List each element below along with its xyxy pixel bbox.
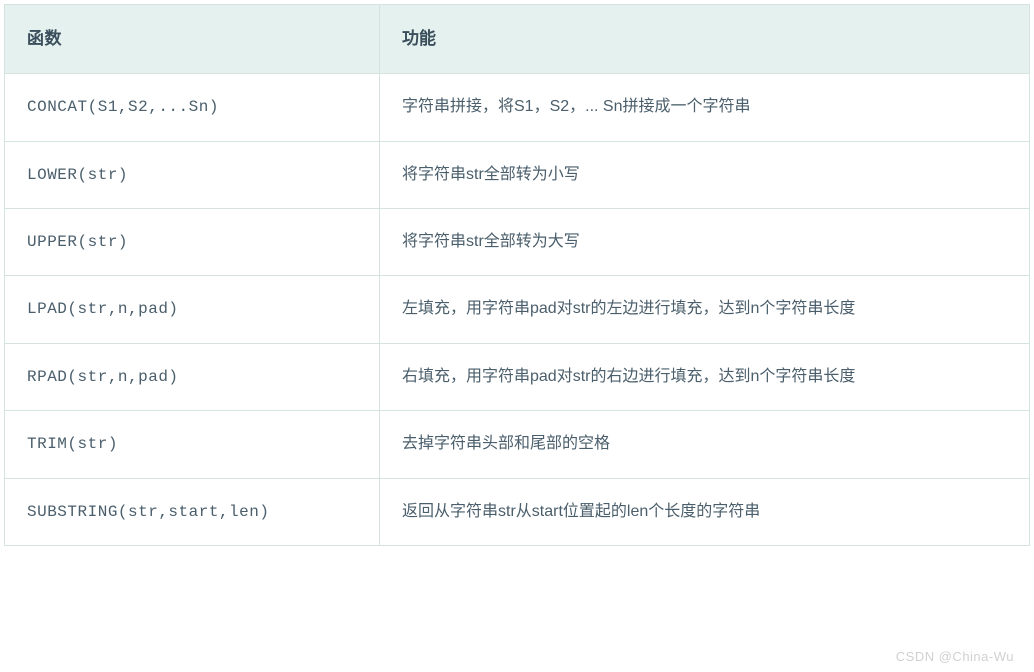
header-function: 函数 (5, 5, 380, 73)
function-description: 字符串拼接，将S1，S2，... Sn拼接成一个字符串 (380, 74, 1029, 140)
function-name: RPAD(str,n,pad) (5, 344, 380, 410)
function-description: 将字符串str全部转为小写 (380, 142, 1029, 208)
function-name: SUBSTRING(str,start,len) (5, 479, 380, 545)
function-description: 左填充，用字符串pad对str的左边进行填充，达到n个字符串长度 (380, 276, 1029, 342)
table-row: UPPER(str) 将字符串str全部转为大写 (5, 209, 1029, 276)
functions-table: 函数 功能 CONCAT(S1,S2,...Sn) 字符串拼接，将S1，S2，.… (4, 4, 1030, 546)
function-name: UPPER(str) (5, 209, 380, 275)
table-row: TRIM(str) 去掉字符串头部和尾部的空格 (5, 411, 1029, 478)
table-header-row: 函数 功能 (5, 5, 1029, 74)
function-description: 右填充，用字符串pad对str的右边进行填充，达到n个字符串长度 (380, 344, 1029, 410)
table-row: SUBSTRING(str,start,len) 返回从字符串str从start… (5, 479, 1029, 545)
function-description: 去掉字符串头部和尾部的空格 (380, 411, 1029, 477)
function-description: 将字符串str全部转为大写 (380, 209, 1029, 275)
table-row: LPAD(str,n,pad) 左填充，用字符串pad对str的左边进行填充，达… (5, 276, 1029, 343)
function-name: CONCAT(S1,S2,...Sn) (5, 74, 380, 140)
watermark: CSDN @China-Wu (896, 649, 1014, 664)
table-row: CONCAT(S1,S2,...Sn) 字符串拼接，将S1，S2，... Sn拼… (5, 74, 1029, 141)
header-description: 功能 (380, 5, 1029, 73)
table-row: RPAD(str,n,pad) 右填充，用字符串pad对str的右边进行填充，达… (5, 344, 1029, 411)
function-name: LPAD(str,n,pad) (5, 276, 380, 342)
function-name: TRIM(str) (5, 411, 380, 477)
function-name: LOWER(str) (5, 142, 380, 208)
function-description: 返回从字符串str从start位置起的len个长度的字符串 (380, 479, 1029, 545)
table-row: LOWER(str) 将字符串str全部转为小写 (5, 142, 1029, 209)
